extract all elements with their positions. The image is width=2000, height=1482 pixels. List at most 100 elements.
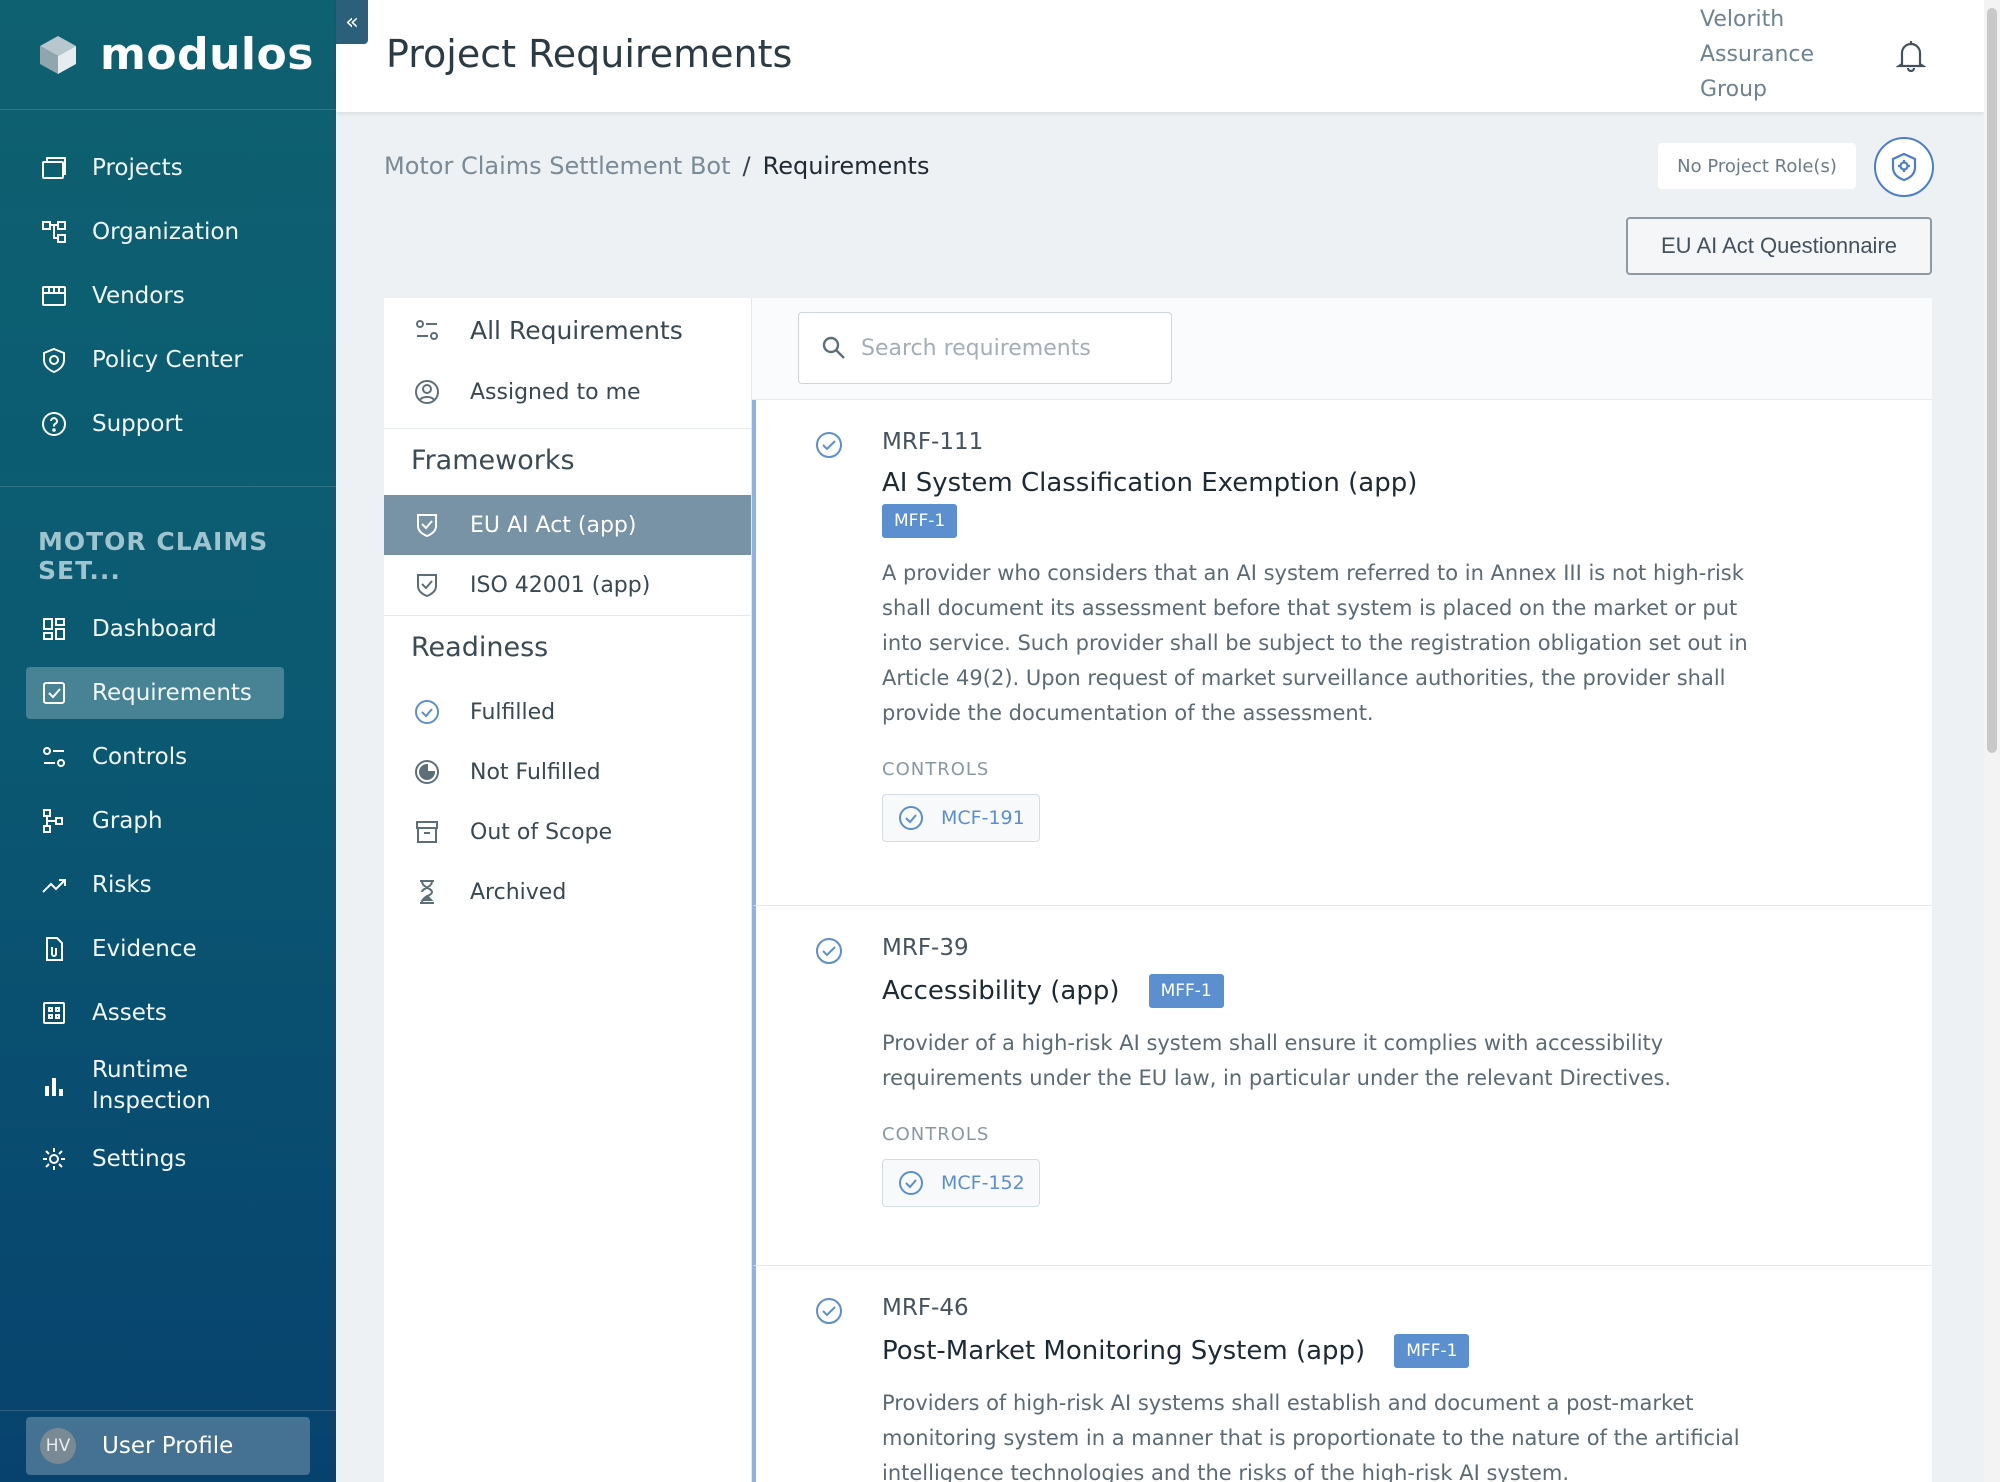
organization-name[interactable]: Velorith Assurance Group — [1700, 2, 1840, 107]
filter-label: Archived — [470, 879, 567, 905]
double-chevron-left-icon: « — [345, 9, 359, 35]
not-fulfilled-icon — [412, 757, 442, 787]
nav-label: Risks — [92, 872, 152, 898]
organization-icon — [38, 216, 70, 248]
nav-label: Projects — [92, 155, 183, 181]
vendors-icon — [38, 280, 70, 312]
nav-label: Controls — [92, 744, 188, 770]
filter-fulfilled[interactable]: Fulfilled — [384, 682, 751, 742]
nav-label: Vendors — [92, 283, 185, 309]
requirement-title[interactable]: Post-Market Monitoring System (app) — [882, 1336, 1365, 1366]
filter-label: Not Fulfilled — [470, 759, 601, 785]
collapse-sidebar-button[interactable]: « — [336, 0, 368, 44]
project-nav: Dashboard Requirements Controls Graph Ri… — [0, 597, 336, 1191]
nav-label: Support — [92, 411, 183, 437]
policy-icon — [38, 344, 70, 376]
sidebar: modulos Projects Organization Vendors Po… — [0, 0, 336, 1482]
requirements-icon — [38, 677, 70, 709]
avatar: HV — [40, 1428, 76, 1464]
fulfilled-check-icon — [816, 1298, 842, 1324]
requirement-card[interactable]: MRF-111 AI System Classification Exempti… — [752, 400, 1932, 906]
breadcrumb: Motor Claims Settlement Bot / Requirements — [384, 152, 929, 180]
fulfilled-check-icon — [816, 432, 842, 458]
dashboard-icon — [38, 613, 70, 645]
filter-out-of-scope[interactable]: Out of Scope — [384, 802, 751, 862]
page-scrollbar[interactable] — [1984, 0, 2000, 1482]
out-of-scope-icon — [412, 817, 442, 847]
shield-check-icon — [412, 510, 442, 540]
nav-label: Runtime Inspection — [92, 1056, 211, 1114]
requirements-list: MRF-111 AI System Classification Exempti… — [752, 298, 1932, 1482]
nav-item-controls[interactable]: Controls — [0, 725, 336, 789]
requirement-title-row: AI System Classification Exemption (app) — [882, 468, 1932, 498]
filter-assigned-to-me[interactable]: Assigned to me — [384, 362, 751, 422]
top-header: Project Requirements Velorith Assurance … — [336, 0, 1984, 112]
requirement-title[interactable]: Accessibility (app) — [882, 976, 1119, 1006]
nav-label: Graph — [92, 808, 163, 834]
nav-item-requirements[interactable]: Requirements — [26, 667, 284, 719]
filter-label: Assigned to me — [470, 379, 641, 405]
brand-name: modulos — [100, 29, 314, 80]
project-role-badge: No Project Role(s) — [1658, 143, 1856, 189]
nav-item-dashboard[interactable]: Dashboard — [0, 597, 336, 661]
requirement-card[interactable]: MRF-39 Accessibility (app) MFF-1 Provide… — [752, 906, 1932, 1266]
archived-icon — [412, 877, 442, 907]
scrollbar-thumb[interactable] — [1987, 8, 1997, 753]
framework-tag: MFF-1 — [882, 504, 958, 538]
user-profile-label: User Profile — [102, 1433, 234, 1459]
nav-label: Policy Center — [92, 347, 243, 373]
nav-label: Dashboard — [92, 616, 217, 642]
nav-item-organization[interactable]: Organization — [0, 200, 336, 264]
brand[interactable]: modulos — [0, 0, 336, 110]
bell-icon[interactable] — [1896, 38, 1926, 72]
readiness-heading: Readiness — [411, 632, 549, 663]
breadcrumb-parent-link[interactable]: Motor Claims Settlement Bot — [384, 152, 731, 180]
user-profile-button[interactable]: HV User Profile — [26, 1417, 310, 1475]
nav-item-evidence[interactable]: Evidence — [0, 917, 336, 981]
filter-not-fulfilled[interactable]: Not Fulfilled — [384, 742, 751, 802]
nav-item-settings[interactable]: Settings — [0, 1127, 336, 1191]
check-circle-icon — [899, 1171, 923, 1195]
nav-item-graph[interactable]: Graph — [0, 789, 336, 853]
framework-tag: MFF-1 — [1148, 974, 1224, 1008]
control-id: MCF-152 — [941, 1172, 1025, 1194]
filter-label: Fulfilled — [470, 699, 556, 725]
role-settings-button[interactable] — [1874, 137, 1934, 197]
controls-label: CONTROLS — [882, 1124, 990, 1145]
filter-all-requirements[interactable]: All Requirements — [384, 298, 751, 362]
filter-label: Out of Scope — [470, 819, 613, 845]
nav-item-risks[interactable]: Risks — [0, 853, 336, 917]
modulos-logo-icon — [40, 35, 76, 74]
filter-framework-eu-ai-act[interactable]: EU AI Act (app) — [384, 495, 751, 555]
nav-item-vendors[interactable]: Vendors — [0, 264, 336, 328]
nav-label: Evidence — [92, 936, 197, 962]
evidence-icon — [38, 933, 70, 965]
filter-framework-iso-42001[interactable]: ISO 42001 (app) — [384, 555, 751, 615]
control-chip[interactable]: MCF-191 — [882, 794, 1040, 842]
filter-label: ISO 42001 (app) — [470, 572, 651, 598]
page-title: Project Requirements — [386, 32, 793, 76]
project-heading: MOTOR CLAIMS SET... — [38, 527, 269, 585]
control-chip[interactable]: MCF-152 — [882, 1159, 1040, 1207]
nav-item-policy-center[interactable]: Policy Center — [0, 328, 336, 392]
requirement-description: Provider of a high-risk AI system shall … — [882, 1031, 1671, 1090]
requirement-card[interactable]: MRF-46 Post-Market Monitoring System (ap… — [752, 1266, 1932, 1482]
filter-label: All Requirements — [470, 315, 683, 345]
nav-item-projects[interactable]: Projects — [0, 136, 336, 200]
nav-item-support[interactable]: Support — [0, 392, 336, 456]
filter-panel: All Requirements Assigned to me Framewor… — [384, 298, 752, 1482]
nav-item-runtime-inspection[interactable]: Runtime Inspection — [0, 1045, 336, 1127]
search-input[interactable] — [861, 335, 1161, 361]
filter-archived[interactable]: Archived — [384, 862, 751, 922]
eu-ai-act-questionnaire-button[interactable]: EU AI Act Questionnaire — [1626, 217, 1932, 275]
requirement-description: Providers of high-risk AI systems shall … — [882, 1391, 1740, 1482]
requirement-title[interactable]: AI System Classification Exemption (app) — [882, 468, 1417, 498]
nav-label: Settings — [92, 1146, 187, 1172]
check-circle-icon — [899, 806, 923, 830]
nav-item-assets[interactable]: Assets — [0, 981, 336, 1045]
search-box[interactable] — [798, 312, 1172, 384]
requirement-id: MRF-39 — [882, 935, 969, 961]
search-icon — [822, 336, 845, 359]
requirement-id: MRF-46 — [882, 1295, 969, 1321]
graph-icon — [38, 805, 70, 837]
